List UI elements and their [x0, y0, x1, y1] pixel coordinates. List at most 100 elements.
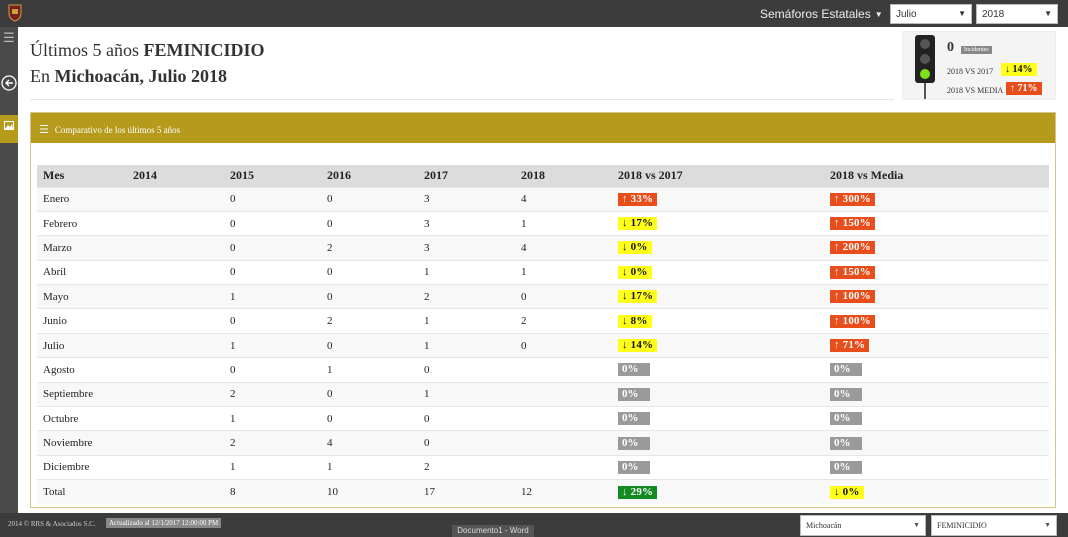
change-badge: ↓ 0%	[830, 485, 864, 499]
table-cell-vsmedia: ↑ 100%	[824, 308, 1049, 334]
table-cell-mes: Total	[37, 479, 127, 505]
table-cell-y2017: 1	[418, 381, 515, 407]
table-cell-y2015: 0	[224, 259, 321, 285]
dropdown-arrow-icon: ▼	[913, 521, 920, 529]
table-cell-y2018	[515, 430, 612, 456]
table-cell-y2018: 0	[515, 332, 612, 358]
table-cell-y2018: 12	[515, 479, 612, 505]
table-cell-vs2017: ↑ 33%	[612, 186, 824, 212]
table-row: Abril 0 0 1 1 ↓ 0% ↑ 150%	[37, 259, 1049, 285]
table-cell-mes: Abril	[37, 259, 127, 285]
table-cell-y2016: 10	[321, 479, 418, 505]
table-cell-vsmedia: ↓ 0%	[824, 479, 1049, 505]
table-cell-vsmedia: 0%	[824, 430, 1049, 456]
table-cell-y2018	[515, 454, 612, 480]
table-cell-vs2017: 0%	[612, 357, 824, 383]
table-cell-y2016: 2	[321, 235, 418, 261]
table-row: Septiembre 2 0 1 0% 0%	[37, 381, 1049, 407]
change-badge: ↓ 14%	[618, 339, 658, 353]
table-cell-y2017: 2	[418, 284, 515, 309]
table-cell-y2018	[515, 406, 612, 431]
table-cell-vs2017: ↓ 29%	[612, 479, 824, 505]
table-cell-y2018: 4	[515, 235, 612, 261]
table-cell-y2014	[127, 308, 224, 334]
incident-tag: Incidentes	[961, 46, 992, 54]
panel-header[interactable]: ☰ Comparativo de los últimos 5 años	[31, 113, 1055, 143]
table-cell-mes: Junio	[37, 308, 127, 334]
table-row: Noviembre 2 4 0 0% 0%	[37, 430, 1049, 456]
header-divider	[30, 99, 894, 100]
table-cell-vsmedia: ↑ 150%	[824, 259, 1049, 285]
subtitle-location: Michoacán, Julio 2018	[54, 66, 228, 86]
table-row: Mayo 1 0 2 0 ↓ 17% ↑ 100%	[37, 284, 1049, 309]
table-cell-y2015: 8	[224, 479, 321, 505]
taskbar-word-item[interactable]: Documento1 - Word	[452, 525, 534, 537]
table-cell-y2015: 0	[224, 210, 321, 236]
table-cell-vs2017: 0%	[612, 381, 824, 407]
table-cell-y2014	[127, 406, 224, 431]
col-header-2015: 2015	[224, 165, 321, 187]
semaforos-menu[interactable]: Semáforos Estatales ▼	[760, 7, 883, 21]
footer-updated-badge: Actualizado al 12/1/2017 12:00:00 PM	[106, 518, 222, 528]
month-select[interactable]: Julio ▼	[890, 4, 972, 24]
table-cell-y2016: 1	[321, 454, 418, 480]
col-header-2018: 2018	[515, 165, 612, 187]
month-select-value: Julio	[896, 9, 917, 20]
table-cell-y2017: 0	[418, 406, 515, 431]
caret-down-icon: ▼	[874, 10, 883, 20]
change-badge: ↑ 150%	[830, 265, 875, 279]
table-cell-vsmedia: 0%	[824, 381, 1049, 407]
table-cell-y2014	[127, 357, 224, 383]
top-bar: Semáforos Estatales ▼ Julio ▼ 2018 ▼	[0, 0, 1068, 27]
table-cell-y2015: 1	[224, 454, 321, 480]
change-badge: ↓ 8%	[618, 314, 652, 328]
change-badge: 0%	[830, 387, 862, 401]
table-cell-vsmedia: 0%	[824, 357, 1049, 383]
change-badge: ↓ 17%	[618, 290, 658, 304]
change-badge: ↓ 29%	[618, 485, 658, 499]
semaforos-menu-label: Semáforos Estatales	[760, 7, 871, 21]
table-row: Julio 1 0 1 0 ↓ 14% ↑ 71%	[37, 332, 1049, 358]
change-badge: ↑ 100%	[830, 314, 875, 328]
crime-select[interactable]: FEMINICIDIO ▼	[931, 515, 1057, 536]
change-badge: 0%	[830, 412, 862, 426]
col-header-2014: 2014	[127, 165, 224, 187]
table-cell-mes: Octubre	[37, 406, 127, 431]
indicator-row1-badge: ↓ 14%	[1001, 63, 1037, 76]
table-cell-y2016: 0	[321, 259, 418, 285]
col-header-2017: 2017	[418, 165, 515, 187]
table-cell-y2014	[127, 430, 224, 456]
table-cell-mes: Enero	[37, 186, 127, 212]
table-row: Total 8 10 17 12 ↓ 29% ↓ 0%	[37, 479, 1049, 505]
table-cell-vs2017: ↓ 0%	[612, 235, 824, 261]
table-row: Marzo 0 2 3 4 ↓ 0% ↑ 200%	[37, 235, 1049, 261]
year-select[interactable]: 2018 ▼	[976, 4, 1058, 24]
menu-icon[interactable]: ☰	[0, 31, 18, 57]
traffic-light-pole	[924, 83, 926, 99]
image-chart-icon[interactable]	[0, 115, 18, 143]
change-badge: 0%	[830, 436, 862, 450]
table-cell-y2017: 1	[418, 259, 515, 285]
table-cell-y2015: 1	[224, 332, 321, 358]
table-cell-y2015: 0	[224, 357, 321, 383]
back-arrow-icon[interactable]	[0, 71, 18, 97]
col-header-2016: 2016	[321, 165, 418, 187]
indicator-row2-label: 2018 VS MEDIA	[947, 86, 1004, 95]
table-cell-y2017: 3	[418, 235, 515, 261]
state-select[interactable]: Michoacán ▼	[800, 515, 926, 536]
traffic-light-yellow	[920, 54, 930, 64]
table-cell-y2018	[515, 357, 612, 383]
table-cell-mes: Agosto	[37, 357, 127, 383]
table-cell-vs2017: ↓ 8%	[612, 308, 824, 334]
page-title: Últimos 5 años FEMINICIDIO	[30, 40, 265, 61]
table-row: Junio 0 2 1 2 ↓ 8% ↑ 100%	[37, 308, 1049, 334]
change-badge: ↑ 100%	[830, 290, 875, 304]
change-badge: ↑ 150%	[830, 217, 875, 231]
col-header-mes: Mes	[37, 165, 127, 187]
indicator-row1-label: 2018 VS 2017	[947, 67, 994, 76]
table-cell-y2015: 0	[224, 186, 321, 212]
traffic-light-indicator: 0 Incidentes 2018 VS 2017 ↓ 14% 2018 VS …	[902, 31, 1056, 100]
table-cell-y2017: 1	[418, 332, 515, 358]
table-cell-y2016: 0	[321, 406, 418, 431]
change-badge: 0%	[618, 387, 650, 401]
